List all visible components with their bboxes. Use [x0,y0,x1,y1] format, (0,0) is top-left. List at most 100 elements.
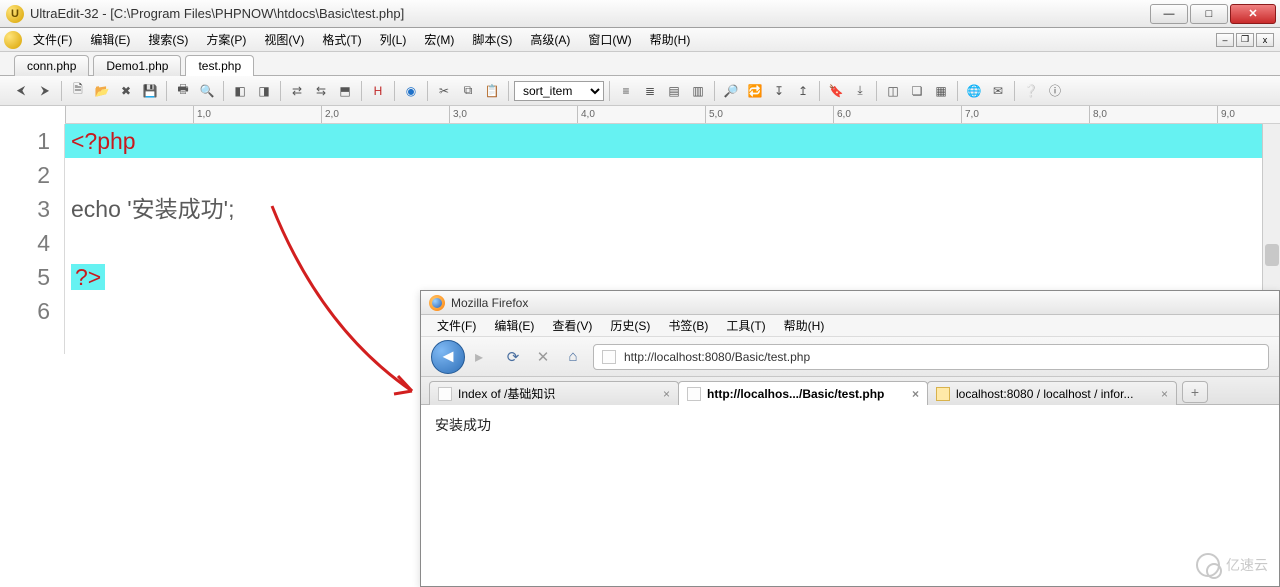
copy-icon[interactable]: ⧉ [457,80,479,102]
nav-forward-button[interactable]: ▸ [475,347,493,367]
menu-advanced[interactable]: 高级(A) [523,29,577,50]
align-icon-1[interactable]: ▤ [663,80,685,102]
ff-tab-1[interactable]: Index of /基础知识 × [429,381,679,405]
ruler-tick: 6,0 [833,106,851,123]
tab-label: http://localhos.../Basic/test.php [707,387,906,401]
stop-icon[interactable]: ✕ [533,347,553,367]
print-icon[interactable]: 🖶 [172,80,194,102]
file-tab-bar: conn.php Demo1.php test.php [0,52,1280,76]
record-icon[interactable]: ◉ [400,80,422,102]
nav-back-button[interactable]: ◄ [431,340,465,374]
convert-icon-2[interactable]: ⇆ [310,80,332,102]
sort-combo[interactable]: sort_item [514,81,604,101]
cut-icon[interactable]: ✂ [433,80,455,102]
menu-project[interactable]: 方案(P) [199,29,253,50]
tab-close-icon[interactable]: × [912,387,919,401]
watermark: 亿速云 [1196,553,1268,577]
ff-menu-edit[interactable]: 编辑(E) [486,315,542,336]
menu-view[interactable]: 视图(V) [257,29,311,50]
close-file-icon[interactable]: ✖ [115,80,137,102]
code-line-4[interactable] [65,226,1280,260]
menu-edit[interactable]: 编辑(E) [83,29,137,50]
indent-right-icon[interactable]: ≣ [639,80,661,102]
new-file-icon[interactable]: 🗎 [67,80,89,102]
window-split-icon[interactable]: ▦ [930,80,952,102]
code-line-3[interactable]: echo '安装成功'; [65,192,1280,226]
paste-icon[interactable]: 📋 [481,80,503,102]
ff-nav-toolbar: ◄ ▸ ⟳ ✕ ⌂ http://localhost:8080/Basic/te… [421,337,1279,377]
hex-mode-icon[interactable]: H [367,80,389,102]
ff-menu-tools[interactable]: 工具(T) [718,315,773,336]
ff-tab-3[interactable]: localhost:8080 / localhost / infor... × [927,381,1177,405]
home-icon[interactable]: ⌂ [563,347,583,367]
file-tab-test[interactable]: test.php [185,55,254,76]
mdi-close-button[interactable]: x [1256,33,1274,47]
menu-search[interactable]: 搜索(S) [141,29,195,50]
menu-file[interactable]: 文件(F) [26,29,79,50]
menu-script[interactable]: 脚本(S) [465,29,519,50]
menu-window[interactable]: 窗口(W) [581,29,638,50]
ruler-tick: 7,0 [961,106,979,123]
print-preview-icon[interactable]: 🔍 [196,80,218,102]
toggle-icon-2[interactable]: ◨ [253,80,275,102]
convert-icon-1[interactable]: ⇄ [286,80,308,102]
ff-menu-history[interactable]: 历史(S) [602,315,658,336]
file-tab-conn[interactable]: conn.php [14,55,89,76]
ultraedit-app-icon: U [6,5,24,23]
mdi-minimize-button[interactable]: – [1216,33,1234,47]
page-content: 安装成功 [421,405,1279,445]
align-icon-2[interactable]: ▥ [687,80,709,102]
help-icon[interactable]: ❔ [1020,80,1042,102]
ruler-tick: 4,0 [577,106,595,123]
reload-icon[interactable]: ⟳ [503,347,523,367]
mail-icon[interactable]: ✉ [987,80,1009,102]
save-icon[interactable]: 💾 [139,80,161,102]
menu-macro[interactable]: 宏(M) [417,29,461,50]
window-tile-icon[interactable]: ◫ [882,80,904,102]
tab-close-icon[interactable]: × [663,387,670,401]
page-icon [687,387,701,401]
url-text: http://localhost:8080/Basic/test.php [624,350,810,364]
bookmark-icon[interactable]: 🔖 [825,80,847,102]
bookmark-next-icon[interactable]: ⤓ [849,80,871,102]
toggle-icon-1[interactable]: ◧ [229,80,251,102]
mdi-restore-button[interactable]: ❐ [1236,33,1254,47]
ff-menu-file[interactable]: 文件(F) [429,315,484,336]
ff-menu-help[interactable]: 帮助(H) [776,315,833,336]
menu-column[interactable]: 列(L) [373,29,414,50]
convert-icon-3[interactable]: ⬒ [334,80,356,102]
page-identity-icon[interactable] [602,350,616,364]
line-number: 6 [0,294,50,328]
ue-titlebar[interactable]: U UltraEdit-32 - [C:\Program Files\PHPNO… [0,0,1280,28]
code-line-5[interactable]: ?> [65,260,1280,294]
find-prev-icon[interactable]: ↥ [792,80,814,102]
url-bar[interactable]: http://localhost:8080/Basic/test.php [593,344,1269,370]
about-icon[interactable]: ⓘ [1044,80,1066,102]
indent-left-icon[interactable]: ≡ [615,80,637,102]
ff-tab-2[interactable]: http://localhos.../Basic/test.php × [678,381,928,405]
file-tab-demo1[interactable]: Demo1.php [93,55,181,76]
window-cascade-icon[interactable]: ❏ [906,80,928,102]
menu-format[interactable]: 格式(T) [315,29,368,50]
forward-icon[interactable]: ⮞ [34,80,56,102]
maximize-button[interactable]: □ [1190,4,1228,24]
find-next-icon[interactable]: ↧ [768,80,790,102]
find-icon[interactable]: 🔎 [720,80,742,102]
close-button[interactable]: ✕ [1230,4,1276,24]
page-output-text: 安装成功 [435,417,491,433]
minimize-button[interactable]: — [1150,4,1188,24]
code-line-2[interactable] [65,158,1280,192]
back-icon[interactable]: ⮜ [10,80,32,102]
ff-titlebar[interactable]: Mozilla Firefox [421,291,1279,315]
scrollbar-thumb[interactable] [1265,244,1279,266]
tab-close-icon[interactable]: × [1161,387,1168,401]
find-replace-icon[interactable]: 🔁 [744,80,766,102]
menu-help[interactable]: 帮助(H) [643,29,698,50]
code-line-1[interactable]: <?php [65,124,1280,158]
new-tab-button[interactable]: + [1182,381,1208,403]
ff-menubar: 文件(F) 编辑(E) 查看(V) 历史(S) 书签(B) 工具(T) 帮助(H… [421,315,1279,337]
ff-menu-view[interactable]: 查看(V) [544,315,600,336]
web-icon[interactable]: 🌐 [963,80,985,102]
ff-menu-bookmarks[interactable]: 书签(B) [660,315,716,336]
open-file-icon[interactable]: 📂 [91,80,113,102]
